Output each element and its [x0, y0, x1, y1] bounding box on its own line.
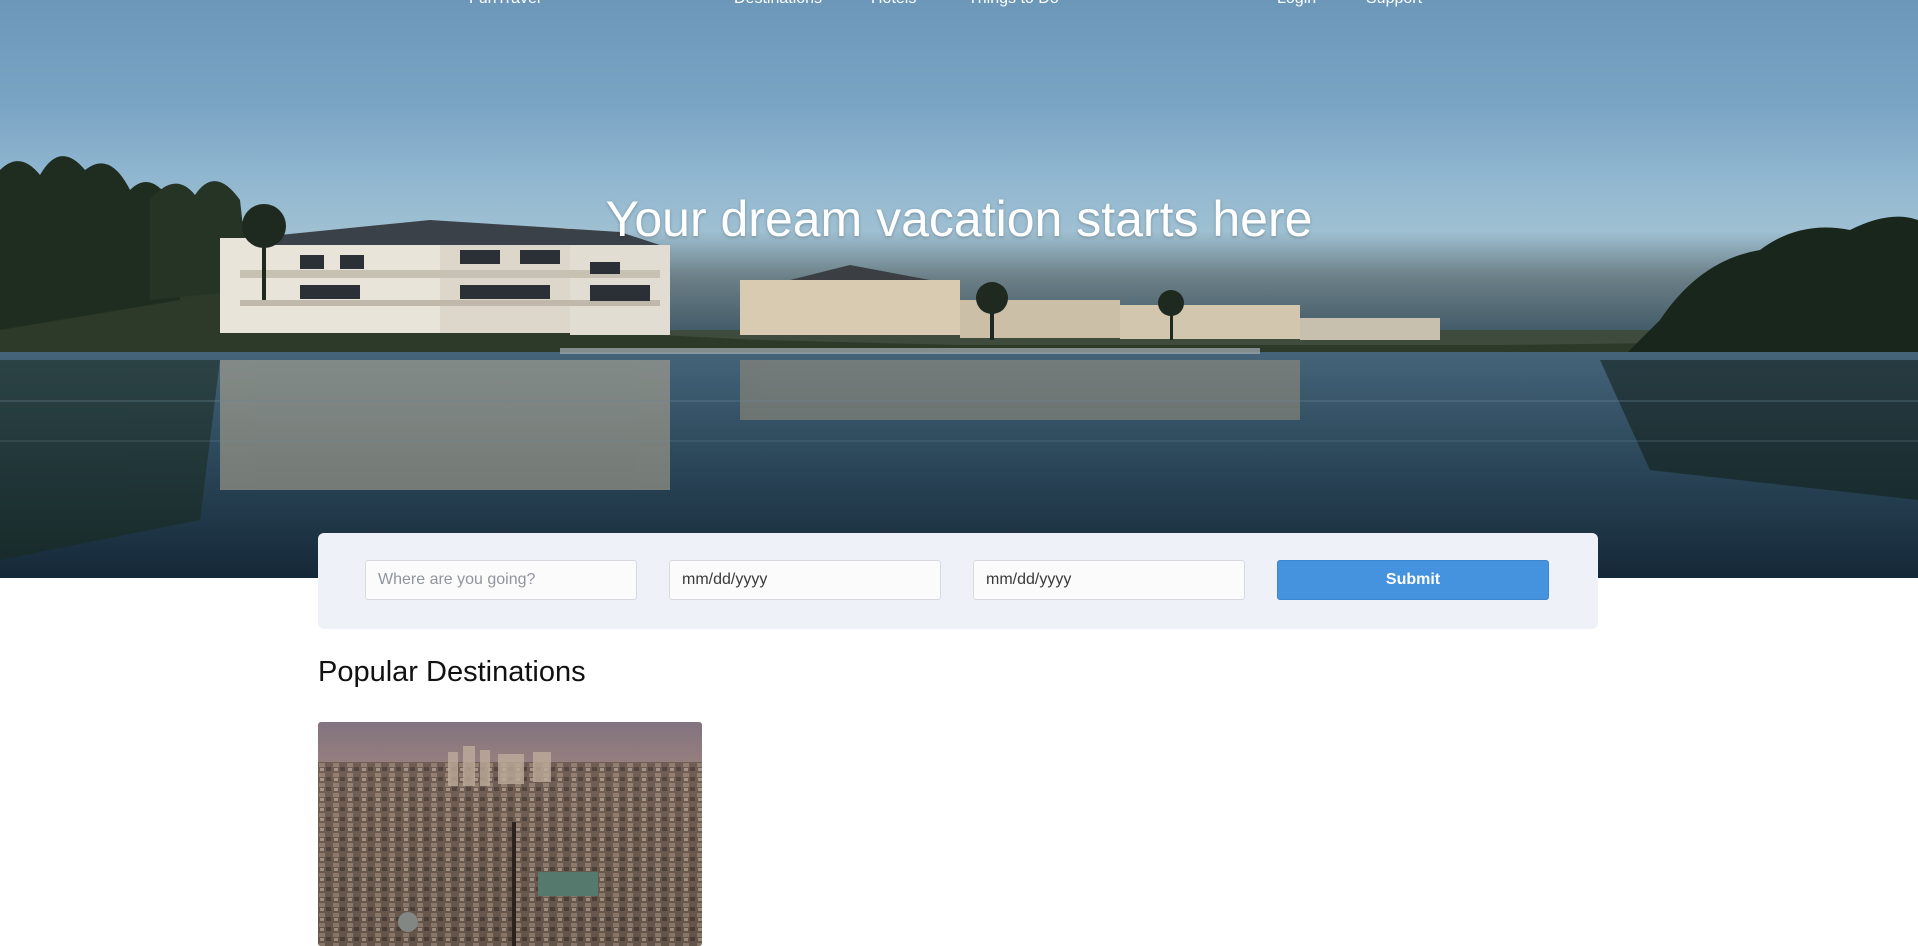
destination-card[interactable]: [318, 722, 702, 946]
nav-link-destinations[interactable]: Destinations: [734, 0, 822, 8]
popular-destinations-heading: Popular Destinations: [318, 656, 586, 688]
nav-link-support[interactable]: Support: [1366, 0, 1422, 8]
hero-background-image: [0, 156, 1918, 578]
brand-logo-link[interactable]: FunTravel: [469, 0, 540, 8]
hero-title: Your dream vacation starts here: [605, 191, 1313, 247]
search-form: Submit: [318, 533, 1598, 629]
nav-link-login[interactable]: Login: [1277, 0, 1316, 8]
destination-card-image: [318, 722, 702, 946]
check-out-date-input[interactable]: [973, 560, 1245, 600]
destination-input[interactable]: [365, 560, 637, 600]
check-in-date-input[interactable]: [669, 560, 941, 600]
nav-link-hotels[interactable]: Hotels: [871, 0, 916, 8]
top-navigation: FunTravel Destinations Hotels Things to …: [0, 0, 1918, 12]
nav-link-things-to-do[interactable]: Things to Do: [968, 0, 1059, 8]
hero-banner: FunTravel Destinations Hotels Things to …: [0, 0, 1918, 578]
submit-button[interactable]: Submit: [1277, 560, 1549, 600]
